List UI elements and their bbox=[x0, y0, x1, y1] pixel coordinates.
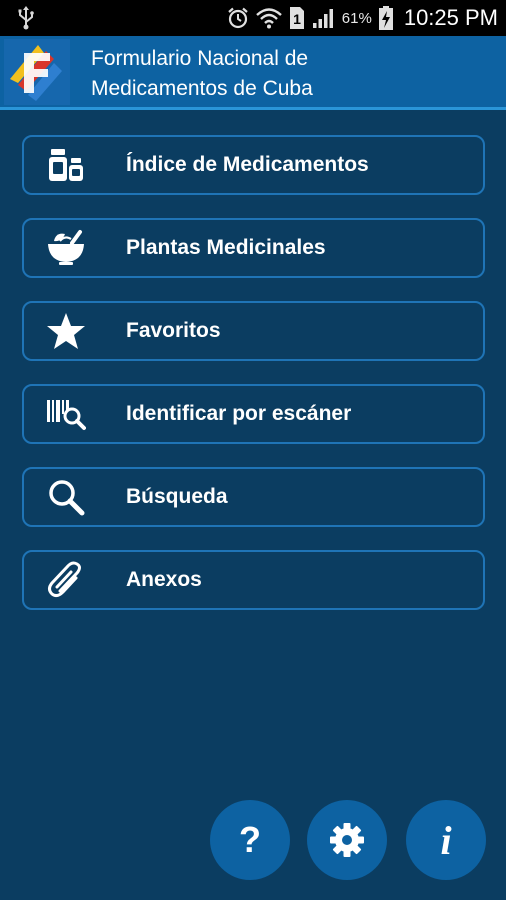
clock: 10:25 PM bbox=[403, 5, 498, 30]
menu-item-label: Favoritos bbox=[126, 319, 221, 342]
battery-percent: 61% bbox=[341, 9, 372, 27]
barcode-scan-icon bbox=[46, 395, 86, 433]
svg-text:i: i bbox=[440, 818, 451, 863]
info-button[interactable]: i bbox=[406, 800, 486, 880]
usb-icon bbox=[16, 6, 36, 30]
gear-icon bbox=[330, 823, 364, 857]
help-button[interactable]: ? bbox=[210, 800, 290, 880]
info-icon: i bbox=[440, 818, 451, 863]
app-title: Formulario Nacional de Medicamentos de C… bbox=[91, 44, 491, 104]
app-title-line1: Formulario Nacional de bbox=[91, 47, 309, 70]
app-title-line2: Medicamentos de Cuba bbox=[91, 77, 313, 100]
status-icons: 1 61% 10:25 PM bbox=[226, 0, 498, 36]
signal-icon bbox=[312, 7, 336, 29]
menu-item-label: Anexos bbox=[126, 568, 202, 591]
battery-charging-icon bbox=[378, 5, 394, 31]
svg-text:1: 1 bbox=[293, 11, 301, 27]
menu-item-label: Identificar por escáner bbox=[126, 402, 352, 425]
menu-item-indice-medicamentos[interactable]: Índice de Medicamentos bbox=[22, 135, 485, 195]
star-icon bbox=[46, 312, 86, 350]
search-icon bbox=[46, 478, 86, 516]
wifi-icon bbox=[255, 7, 282, 29]
menu-item-label: Índice de Medicamentos bbox=[126, 153, 369, 176]
menu-item-label: Plantas Medicinales bbox=[126, 236, 326, 259]
menu-item-anexos[interactable]: Anexos bbox=[22, 550, 485, 610]
sim-icon: 1 bbox=[288, 6, 306, 30]
svg-text:?: ? bbox=[239, 819, 261, 860]
menu-item-favoritos[interactable]: Favoritos bbox=[22, 301, 485, 361]
settings-button[interactable] bbox=[307, 800, 387, 880]
alarm-icon bbox=[226, 6, 250, 30]
main-menu: Índice de Medicamentos Plantas Medicinal… bbox=[22, 135, 485, 633]
help-icon: ? bbox=[239, 819, 261, 860]
menu-item-identificar-escaner[interactable]: Identificar por escáner bbox=[22, 384, 485, 444]
menu-item-label: Búsqueda bbox=[126, 485, 228, 508]
status-bar: 1 61% 10:25 PM bbox=[0, 0, 506, 36]
menu-item-busqueda[interactable]: Búsqueda bbox=[22, 467, 485, 527]
mortar-herbs-icon bbox=[46, 229, 86, 267]
app-header: Formulario Nacional de Medicamentos de C… bbox=[0, 36, 506, 110]
paperclip-icon bbox=[46, 561, 86, 599]
medicine-bottles-icon bbox=[46, 146, 86, 184]
menu-item-plantas-medicinales[interactable]: Plantas Medicinales bbox=[22, 218, 485, 278]
formulario-logo-icon bbox=[4, 39, 70, 105]
